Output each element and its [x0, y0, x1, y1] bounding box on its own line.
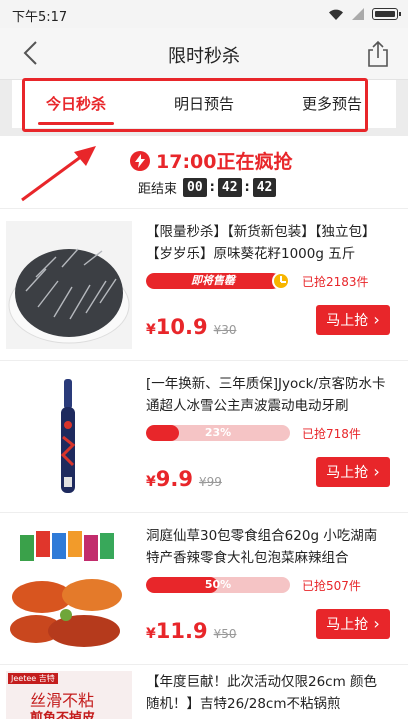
- status-bar: 下午5:17: [0, 0, 408, 28]
- product-image-toothbrush[interactable]: [6, 373, 132, 501]
- tab-highlight-annotation: [22, 78, 368, 132]
- product-item[interactable]: 洞庭仙草30包零食组合620g 小吃湖南特产香辣零食大礼包泡菜麻辣组合 50% …: [0, 512, 408, 664]
- original-price: ¥99: [198, 475, 222, 489]
- progress-label: 50%: [204, 578, 232, 591]
- sold-count: 已抢507件: [302, 579, 361, 593]
- battery-icon: [372, 8, 401, 20]
- currency-symbol: ¥: [146, 626, 156, 642]
- progress-label: 23%: [204, 426, 232, 439]
- page-title: 限时秒杀: [168, 46, 240, 67]
- current-price: 9.9: [155, 467, 193, 491]
- wifi-icon: [329, 9, 343, 20]
- countdown-label: 距结束: [138, 182, 178, 197]
- buy-now-button[interactable]: 马上抢: [316, 457, 390, 487]
- product-image-text: 煎鱼不掉皮: [30, 711, 96, 719]
- countdown-minutes: 42: [217, 178, 242, 197]
- current-price: 11.9: [155, 619, 208, 643]
- status-icons: [328, 6, 401, 22]
- current-price: 10.9: [155, 315, 208, 339]
- product-item[interactable]: Jeetee 吉特 丝滑不粘 煎鱼不掉皮 【年度巨献！此次活动仅限26cm 颜色…: [0, 664, 408, 719]
- product-item[interactable]: 【限量秒杀】【新货新包装】【独立包】【岁岁乐】原味葵花籽1000g 五斤 即将售…: [0, 208, 408, 360]
- product-name[interactable]: [一年换新、三年质保]Jyock/京客防水卡通超人冰雪公主声波震动电动牙刷: [146, 373, 390, 417]
- lightning-icon: [130, 150, 150, 171]
- product-name[interactable]: 【限量秒杀】【新货新包装】【独立包】【岁岁乐】原味葵花籽1000g 五斤: [146, 221, 390, 265]
- nav-bar: 限时秒杀: [0, 28, 408, 80]
- original-price: ¥30: [213, 323, 237, 337]
- signal-icon: [352, 8, 364, 20]
- product-image-frying-pan[interactable]: Jeetee 吉特 丝滑不粘 煎鱼不掉皮: [6, 671, 132, 719]
- buy-now-button[interactable]: 马上抢: [316, 609, 390, 639]
- buy-now-button[interactable]: 马上抢: [316, 305, 390, 335]
- countdown-hours: 00: [183, 178, 207, 197]
- arrow-annotation-icon: [21, 146, 96, 202]
- progress-label: 即将售罄: [191, 274, 235, 287]
- countdown-seconds: 42: [252, 178, 277, 197]
- product-item[interactable]: [一年换新、三年质保]Jyock/京客防水卡通超人冰雪公主声波震动电动牙刷 23…: [0, 360, 408, 512]
- original-price: ¥50: [213, 627, 237, 641]
- share-icon[interactable]: [366, 40, 390, 68]
- product-image-snack-pack[interactable]: [6, 525, 132, 653]
- countdown-colon: :: [244, 180, 250, 195]
- product-brand-tag: Jeetee 吉特: [8, 673, 58, 684]
- countdown: 距结束 00 : 42 : 42: [138, 178, 277, 197]
- progress-bar: 即将售罄: [146, 273, 290, 289]
- sold-count: 已抢718件: [302, 427, 361, 441]
- product-name[interactable]: 洞庭仙草30包零食组合620g 小吃湖南特产香辣零食大礼包泡菜麻辣组合: [146, 525, 390, 569]
- product-name[interactable]: 【年度巨献！此次活动仅限26cm 颜色随机！】吉特26/28cm不粘锅煎: [146, 671, 390, 715]
- countdown-colon: :: [209, 180, 215, 195]
- session-header: 17:00正在疯抢: [130, 147, 292, 174]
- price: ¥10.9 ¥30: [146, 315, 236, 339]
- session-label: 17:00正在疯抢: [156, 151, 293, 173]
- product-image-sunflower-seeds[interactable]: [6, 221, 132, 349]
- clock-icon: [272, 272, 290, 290]
- currency-symbol: ¥: [146, 322, 156, 338]
- progress-bar: 23%: [146, 425, 290, 441]
- price: ¥9.9 ¥99: [146, 467, 222, 491]
- currency-symbol: ¥: [146, 474, 156, 490]
- status-time: 下午5:17: [12, 10, 68, 25]
- progress-bar: 50%: [146, 577, 290, 593]
- sold-count: 已抢2183件: [302, 275, 369, 289]
- price: ¥11.9 ¥50: [146, 619, 236, 643]
